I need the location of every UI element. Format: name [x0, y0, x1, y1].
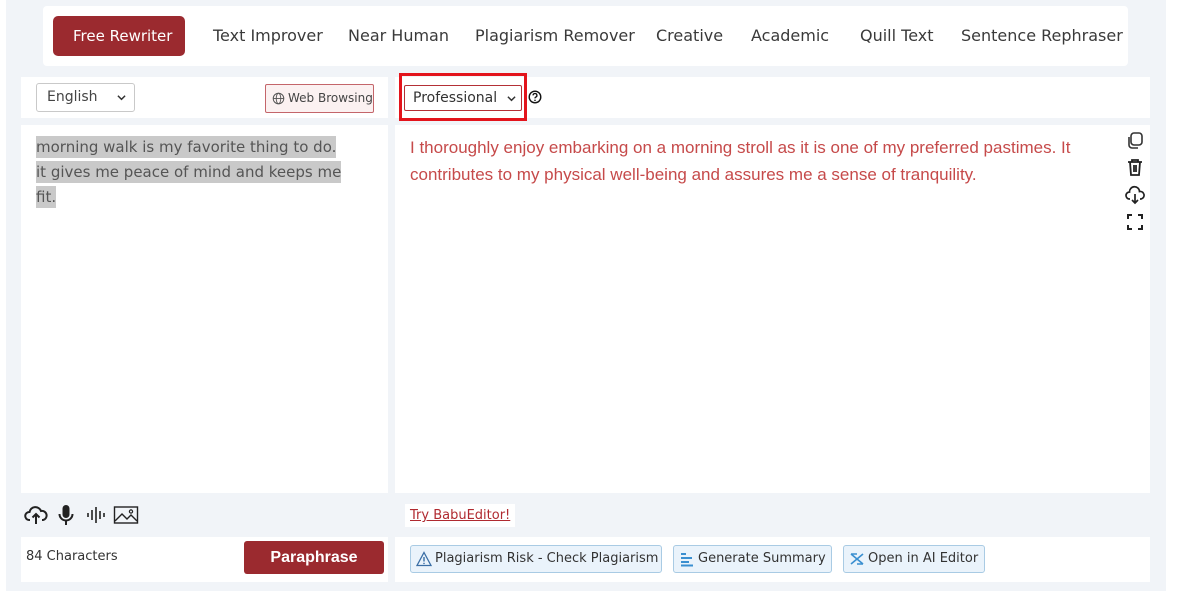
tab-text-improver[interactable]: Text Improver — [213, 6, 323, 66]
upload-icon[interactable] — [24, 503, 48, 527]
web-browsing-button[interactable]: Web Browsing — [265, 84, 374, 113]
fullscreen-icon[interactable] — [1125, 212, 1145, 232]
generate-summary-label: Generate Summary — [698, 551, 826, 566]
help-icon[interactable] — [528, 90, 542, 104]
trash-icon[interactable] — [1125, 157, 1145, 177]
mode-tabs-bar: Free Rewriter Text Improver Near Human P… — [43, 6, 1128, 66]
tab-free-rewriter[interactable]: Free Rewriter — [53, 16, 185, 56]
audio-wave-icon[interactable] — [84, 503, 108, 527]
input-footer: 84 Characters Paraphrase — [21, 537, 388, 582]
tab-creative[interactable]: Creative — [656, 6, 723, 66]
try-babueditor-link[interactable]: Try BabuEditor! — [405, 504, 516, 527]
ai-editor-icon — [850, 553, 864, 565]
summary-icon — [681, 553, 693, 567]
check-plagiarism-button[interactable]: Plagiarism Risk - Check Plagiarism — [410, 545, 662, 573]
input-editor[interactable]: morning walk is my favorite thing to do.… — [21, 125, 388, 493]
output-footer: Plagiarism Risk - Check Plagiarism Gener… — [395, 537, 1150, 582]
open-ai-editor-label: Open in AI Editor — [868, 551, 979, 566]
warning-icon — [416, 551, 432, 567]
paraphrase-button[interactable]: Paraphrase — [244, 541, 384, 574]
output-text[interactable]: I thoroughly enjoy embarking on a mornin… — [410, 134, 1120, 188]
input-text-area[interactable]: morning walk is my favorite thing to do.… — [36, 135, 351, 210]
microphone-icon[interactable] — [54, 503, 78, 527]
language-select[interactable]: English — [36, 83, 135, 112]
tab-quill-text[interactable]: Quill Text — [860, 6, 934, 66]
input-toolbar: English Web Browsing — [21, 77, 388, 118]
output-editor[interactable]: I thoroughly enjoy embarking on a mornin… — [395, 125, 1150, 493]
tab-sentence-rephraser[interactable]: Sentence Rephraser — [961, 6, 1123, 66]
chevron-down-icon — [117, 95, 126, 101]
download-icon[interactable] — [1125, 185, 1145, 205]
tab-plagiarism-remover[interactable]: Plagiarism Remover — [475, 6, 635, 66]
web-browsing-label: Web Browsing — [288, 91, 373, 105]
open-ai-editor-button[interactable]: Open in AI Editor — [843, 545, 985, 573]
input-text: morning walk is my favorite thing to do.… — [36, 136, 342, 208]
generate-summary-button[interactable]: Generate Summary — [673, 545, 832, 573]
tab-academic[interactable]: Academic — [751, 6, 829, 66]
tab-near-human[interactable]: Near Human — [348, 6, 449, 66]
character-count: 84 Characters — [26, 549, 118, 564]
globe-icon — [272, 92, 285, 105]
check-plagiarism-label: Plagiarism Risk - Check Plagiarism — [435, 551, 659, 566]
highlight-box — [399, 73, 527, 121]
copy-icon[interactable] — [1125, 130, 1145, 150]
image-icon[interactable] — [113, 503, 139, 527]
language-value: English — [47, 89, 98, 105]
